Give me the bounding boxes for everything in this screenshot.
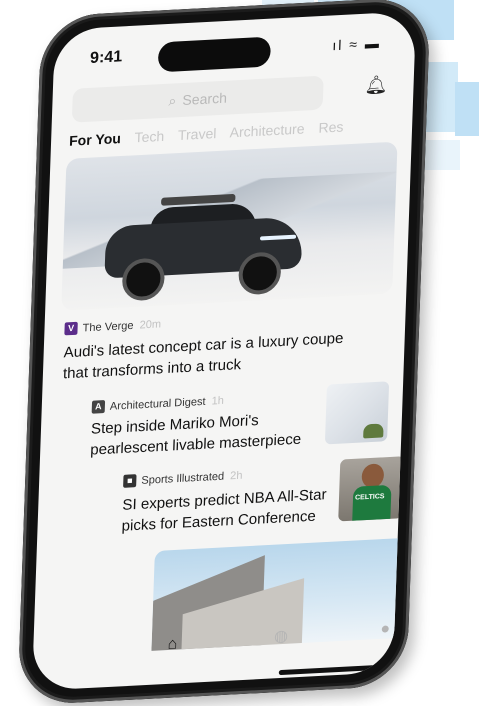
dynamic-island [157,36,272,73]
source-name: Architectural Digest [109,395,206,413]
article-source: A Architectural Digest 1h [91,394,225,414]
article-headline[interactable]: SI experts predict NBA All-Star picks fo… [121,483,343,536]
article-time: 1h [211,394,225,407]
tab-for-you[interactable]: For You [69,130,121,149]
globe-icon[interactable]: ◍ [274,626,289,647]
tab-res[interactable]: Res [318,118,344,135]
bell-icon[interactable]: 🔔︎ [364,74,388,96]
signal-icon: ıl [332,36,344,54]
battery-icon: ▬ [364,34,382,52]
status-time: 9:41 [89,48,123,67]
status-icons: ıl ≈ ▬ [332,35,381,54]
article-source: V The Verge 20m [64,317,162,336]
player-jersey [352,484,392,522]
article-thumbnail[interactable]: CELTICS [338,456,405,522]
tab-tech[interactable]: Tech [134,128,164,146]
article-source: ■ Sports Illustrated 2h [123,469,243,488]
source-name: Sports Illustrated [141,470,225,487]
article-headline[interactable]: Audi's latest concept car is a luxury co… [63,327,365,385]
article-time: 2h [229,469,243,482]
tab-travel[interactable]: Travel [178,125,217,143]
verge-logo-icon: V [64,321,78,336]
si-logo-icon: ■ [123,474,137,488]
search-icon: ⌕ [168,91,177,109]
home-icon[interactable]: ⌂ [167,636,177,654]
home-indicator [278,663,410,676]
hero-image[interactable] [61,141,398,311]
search-input[interactable]: ⌕ Search [71,75,324,123]
wifi-icon: ≈ [349,35,360,53]
plant-shape [363,423,384,439]
phone-mockup: 9:41 ıl ≈ ▬ ⌕ Search 🔔︎ For You Tech Tra… [0,0,479,706]
profile-icon[interactable]: ● [380,620,390,638]
source-name: The Verge [82,319,134,334]
article-time: 20m [139,317,162,331]
category-tabs: For You Tech Travel Architecture Res [69,118,354,149]
ad-logo-icon: A [91,400,106,414]
tab-architecture[interactable]: Architecture [229,121,305,141]
phone-screen: 9:41 ıl ≈ ▬ ⌕ Search 🔔︎ For You Tech Tra… [31,11,417,691]
article-thumbnail[interactable] [324,381,390,445]
phone-frame: 9:41 ıl ≈ ▬ ⌕ Search 🔔︎ For You Tech Tra… [17,0,431,706]
search-placeholder: Search [182,89,228,108]
article-headline[interactable]: Step inside Mariko Mori's pearlescent li… [90,407,312,460]
